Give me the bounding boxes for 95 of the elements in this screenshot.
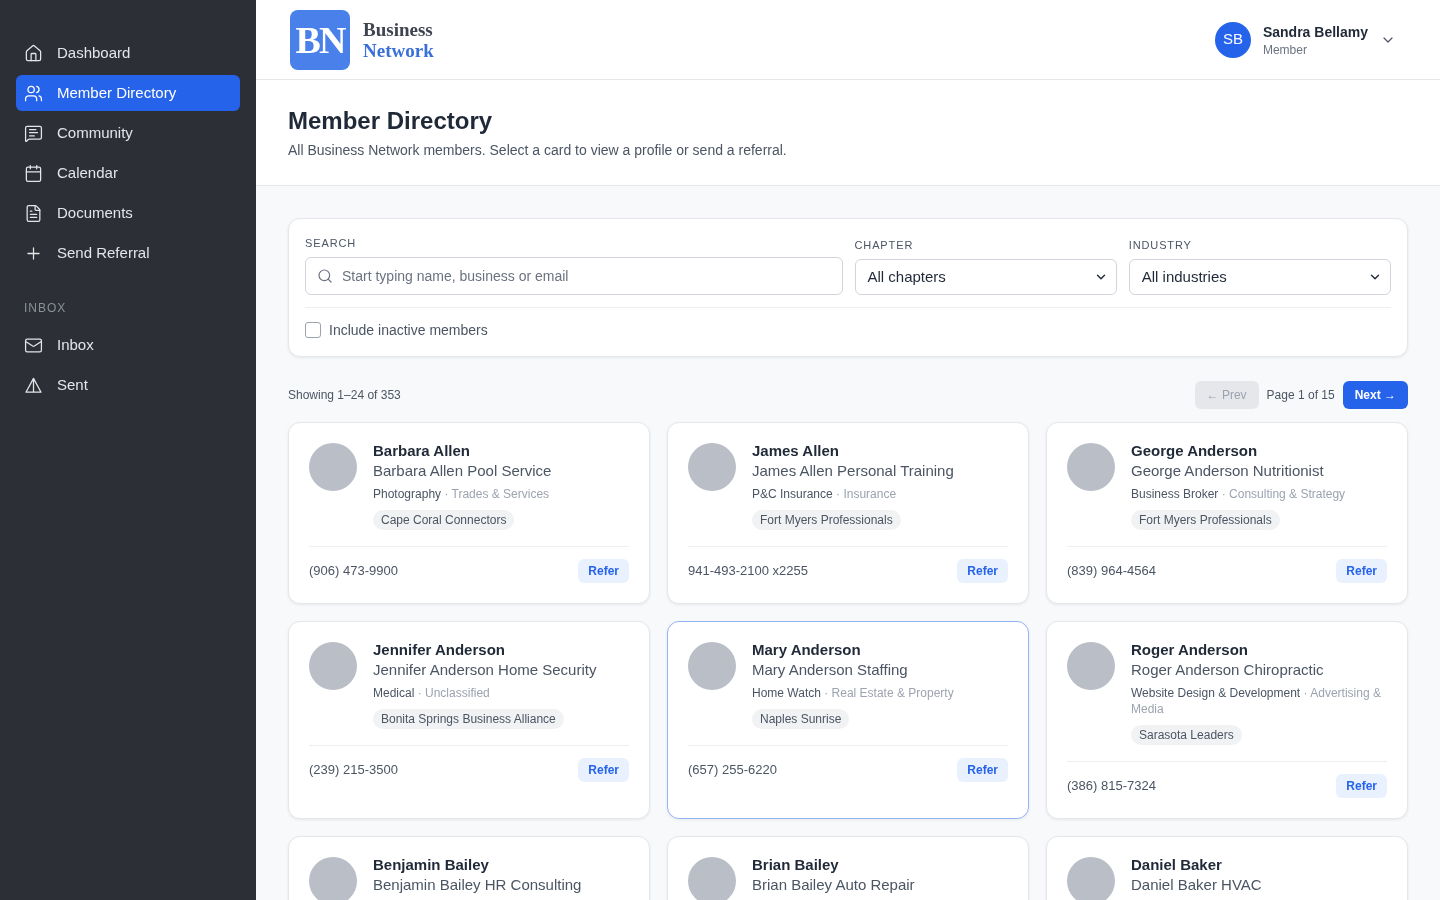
phone-number: 941-493-2100 x2255 bbox=[688, 562, 808, 581]
industry-line: Website Design & Development · Advertising & Media bbox=[1131, 685, 1382, 717]
member-card[interactable]: Brian Bailey Brian Bailey Auto Repair bbox=[667, 836, 1029, 900]
avatar-photo-placeholder bbox=[688, 857, 736, 900]
business-name: Barbara Allen Pool Service bbox=[373, 461, 552, 481]
search-icon bbox=[317, 268, 333, 284]
refer-button[interactable]: Refer bbox=[1336, 559, 1387, 583]
business-name: Daniel Baker HVAC bbox=[1131, 875, 1262, 895]
sidebar-item[interactable]: Dashboard bbox=[16, 35, 240, 71]
field-label: INDUSTRY bbox=[1128, 238, 1193, 253]
phone-number: (657) 255-6220 bbox=[688, 761, 777, 780]
chapter-select[interactable]: All chapters bbox=[854, 259, 1117, 295]
member-name: Roger Anderson bbox=[1131, 640, 1249, 660]
avatar-photo-placeholder bbox=[309, 443, 357, 491]
sidebar-item[interactable]: Inbox bbox=[16, 327, 240, 363]
avatar-photo-placeholder bbox=[309, 857, 357, 900]
chapter-tag: Fort Myers Professionals bbox=[752, 510, 901, 530]
triangle-icon bbox=[24, 375, 43, 395]
member-name: James Allen bbox=[752, 441, 840, 461]
chapter-tag: Bonita Springs Business Alliance bbox=[373, 709, 564, 729]
industry-line: Medical · Unclassified bbox=[373, 685, 491, 701]
industry-select[interactable]: All industries bbox=[1128, 259, 1391, 295]
document-icon bbox=[24, 203, 43, 223]
user-avatar: SB bbox=[1214, 21, 1251, 58]
results-count: Showing 1–24 of 353 bbox=[288, 387, 401, 404]
member-card[interactable]: Barbara Allen Barbara Allen Pool Service Photography · Trades & Services Cape Coral Connectors (906) 473-9900 Refer bbox=[288, 422, 650, 604]
business-name: Mary Anderson Staffing bbox=[752, 660, 909, 680]
avatar-photo-placeholder bbox=[1067, 443, 1115, 491]
user-name: Sandra Bellamy bbox=[1262, 22, 1368, 42]
business-name: James Allen Personal Training bbox=[752, 461, 954, 481]
people-icon bbox=[24, 83, 43, 103]
business-name: Roger Anderson Chiropractic bbox=[1131, 660, 1325, 680]
refer-button[interactable]: Refer bbox=[957, 559, 1008, 583]
business-name: Benjamin Bailey HR Consulting bbox=[373, 875, 582, 895]
member-card[interactable]: Mary Anderson Mary Anderson Staffing Home Watch · Real Estate & Property Naples Sunrise (657) 255-6220 Refer bbox=[667, 621, 1029, 819]
member-name: Mary Anderson bbox=[752, 640, 862, 660]
refer-button[interactable]: Refer bbox=[578, 758, 629, 782]
page-indicator: Page 1 of 15 bbox=[1266, 387, 1335, 404]
page-subtitle: All Business Network members. Select a card to view a profile or send a referral. bbox=[288, 141, 788, 160]
business-name: George Anderson Nutritionist bbox=[1131, 461, 1325, 481]
business-name: Brian Bailey Auto Repair bbox=[752, 875, 915, 895]
industry-line: Photography · Trades & Services bbox=[373, 486, 551, 502]
sidebar-item[interactable]: Community bbox=[16, 115, 240, 151]
phone-number: (906) 473-9900 bbox=[309, 562, 398, 581]
checkbox[interactable] bbox=[305, 322, 321, 338]
chapter-tag: Naples Sunrise bbox=[752, 709, 850, 729]
checkbox-label: Include inactive members bbox=[329, 321, 488, 340]
avatar-photo-placeholder bbox=[688, 443, 736, 491]
phone-number: (386) 815-7324 bbox=[1067, 777, 1156, 796]
phone-number: (239) 215-3500 bbox=[309, 761, 398, 780]
brand-word: Business bbox=[363, 18, 434, 40]
member-name: George Anderson bbox=[1131, 441, 1259, 461]
refer-button[interactable]: Refer bbox=[1336, 774, 1387, 798]
sidebar-item[interactable]: Sent bbox=[16, 367, 240, 403]
avatar-photo-placeholder bbox=[1067, 857, 1115, 900]
member-name: Barbara Allen bbox=[373, 441, 471, 461]
refer-button[interactable]: Refer bbox=[957, 758, 1008, 782]
member-card[interactable]: Jennifer Anderson Jennifer Anderson Home Security Medical · Unclassified Bonita Springs Business Alliance (239) 215-3500 Refer bbox=[288, 621, 650, 819]
business-name: Jennifer Anderson Home Security bbox=[373, 660, 597, 680]
section-heading: INBOX bbox=[23, 300, 68, 316]
search-field[interactable]: Start typing name, business or email bbox=[305, 257, 843, 295]
brand-word: Network bbox=[363, 39, 434, 61]
sidebar-item[interactable]: Send Referral bbox=[16, 235, 240, 271]
sidebar-item[interactable]: Member Directory bbox=[16, 75, 240, 111]
chat-icon bbox=[24, 123, 43, 143]
avatar-photo-placeholder bbox=[1067, 642, 1115, 690]
member-name: Brian Bailey bbox=[752, 855, 840, 875]
member-card[interactable]: James Allen James Allen Personal Training P&C Insurance · Insurance Fort Myers Professionals 941-493-2100 x2255 Refer bbox=[667, 422, 1029, 604]
member-name: Daniel Baker bbox=[1131, 855, 1223, 875]
user-role: Member bbox=[1262, 41, 1308, 58]
sidebar-item[interactable]: Calendar bbox=[16, 155, 240, 191]
field-label: SEARCH bbox=[305, 236, 358, 251]
chapter-tag: Cape Coral Connectors bbox=[373, 510, 515, 530]
phone-number: (839) 964-4564 bbox=[1067, 562, 1156, 581]
member-card[interactable]: Benjamin Bailey Benjamin Bailey HR Consulting bbox=[288, 836, 650, 900]
chapter-tag: Sarasota Leaders bbox=[1131, 725, 1242, 745]
field-label: CHAPTER bbox=[854, 238, 915, 253]
member-name: Benjamin Bailey bbox=[373, 855, 490, 875]
industry-line: Business Broker · Consulting & Strategy bbox=[1131, 486, 1346, 502]
calendar-icon bbox=[24, 163, 43, 183]
member-card[interactable]: Roger Anderson Roger Anderson Chiropractic Website Design & Development · Advertising & Media Sarasota Leaders (386) 815-7324 Refer bbox=[1046, 621, 1408, 819]
avatar-photo-placeholder bbox=[309, 642, 357, 690]
sidebar-item[interactable]: Documents bbox=[16, 195, 240, 231]
refer-button[interactable]: Refer bbox=[578, 559, 629, 583]
member-name: Jennifer Anderson bbox=[373, 640, 506, 660]
next-button[interactable]: Next → bbox=[1342, 381, 1408, 409]
member-card[interactable]: George Anderson George Anderson Nutritionist Business Broker · Consulting & Strategy Fort Myers Professionals (839) 964-4564 Refer bbox=[1046, 422, 1408, 604]
industry-line: P&C Insurance · Insurance bbox=[752, 486, 898, 502]
member-card[interactable]: Daniel Baker Daniel Baker HVAC bbox=[1046, 836, 1408, 900]
page-title: Member Directory bbox=[288, 106, 494, 136]
industry-line: Home Watch · Real Estate & Property bbox=[752, 685, 954, 701]
avatar-photo-placeholder bbox=[688, 642, 736, 690]
chapter-tag: Fort Myers Professionals bbox=[1131, 510, 1280, 530]
logo-badge: BN bbox=[290, 9, 350, 70]
house-icon bbox=[24, 43, 43, 63]
